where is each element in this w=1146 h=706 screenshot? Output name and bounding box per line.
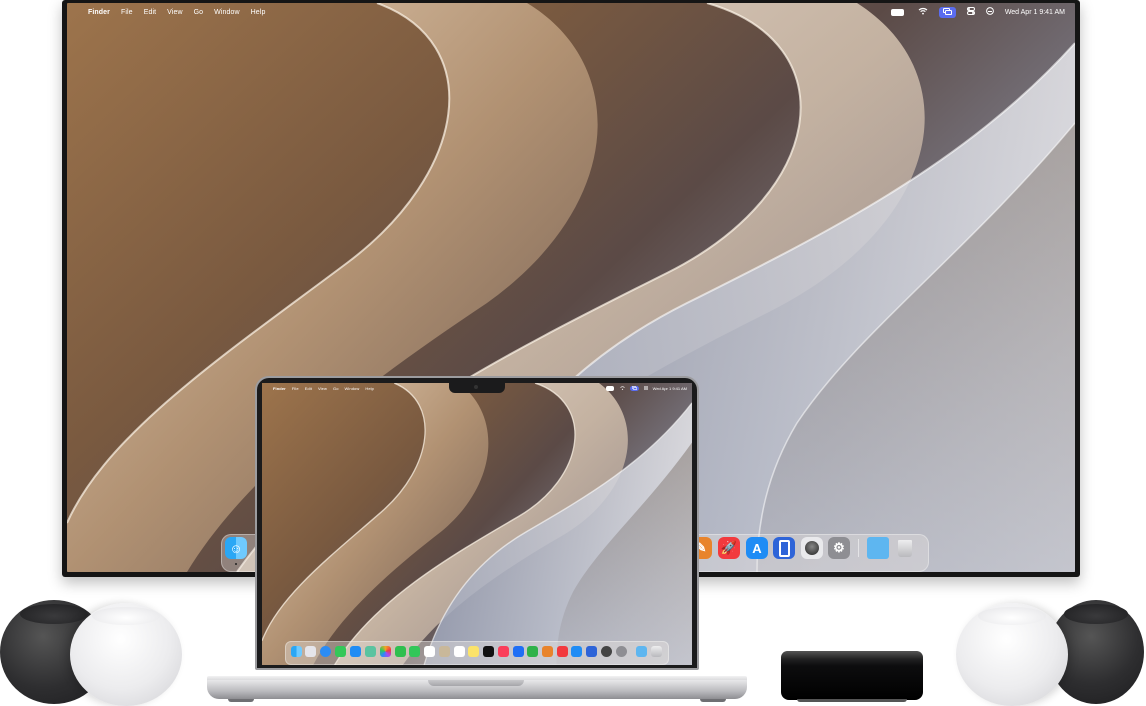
dock-divider — [858, 539, 859, 557]
downloads-folder-icon[interactable] — [867, 537, 889, 559]
homepod-top-surface — [978, 607, 1046, 625]
menu-clock[interactable]: Wed Apr 1 9:41 AM — [1005, 9, 1065, 16]
laptop-dock-system-settings-icon[interactable] — [616, 646, 627, 657]
finder-running-indicator — [235, 563, 237, 565]
laptop-dock-messages-icon[interactable] — [335, 646, 346, 657]
menu-help[interactable]: Help — [251, 9, 266, 16]
laptop-dock-app-store-icon[interactable] — [571, 646, 582, 657]
homepod-top-surface — [20, 604, 88, 624]
homepod-top-surface — [92, 607, 160, 625]
menu-go[interactable]: Go — [194, 9, 204, 16]
laptop-dock-mail-icon[interactable] — [350, 646, 361, 657]
laptop-dock-keynote-icon[interactable] — [513, 646, 524, 657]
laptop-dock-notes-icon[interactable] — [468, 646, 479, 657]
laptop-dock-downloads-folder-icon[interactable] — [636, 646, 647, 657]
laptop-dock-music-icon[interactable] — [498, 646, 509, 657]
laptop-menu-finder[interactable]: Finder — [273, 386, 286, 391]
laptop-dock-photos-icon[interactable] — [380, 646, 391, 657]
macbook-thumb-notch — [428, 680, 524, 686]
laptop-menu-go[interactable]: Go — [333, 386, 339, 391]
laptop-dock-tv-icon[interactable] — [483, 646, 494, 657]
laptop-dock-reminders-icon[interactable] — [454, 646, 465, 657]
laptop-wifi-icon[interactable] — [619, 385, 625, 391]
laptop-dock-maps-icon[interactable] — [365, 646, 376, 657]
laptop-wallpaper — [262, 383, 692, 665]
system-settings-icon[interactable]: ⚙ — [828, 537, 850, 559]
macos-installer-icon[interactable] — [801, 537, 823, 559]
laptop-dock-trash-icon[interactable] — [651, 646, 662, 657]
laptop-dock-launchpad-icon[interactable] — [305, 646, 316, 657]
laptop-dock-phone-icon[interactable] — [409, 646, 420, 657]
laptop-dock-iphone-mirroring-icon[interactable] — [586, 646, 597, 657]
laptop-menu-file[interactable]: File — [292, 386, 299, 391]
laptop-dock-finder-icon[interactable] — [291, 646, 302, 657]
camera-icon — [474, 385, 478, 389]
menu-window[interactable]: Window — [214, 9, 240, 16]
screen-mirroring-icon[interactable] — [938, 6, 956, 18]
games-icon[interactable]: 🚀 — [718, 537, 740, 559]
laptop-control-center-icon[interactable] — [643, 385, 648, 391]
apple-tv-top-surface — [781, 651, 923, 659]
laptop-battery-icon[interactable] — [605, 385, 614, 391]
laptop-dock-games-icon[interactable] — [557, 646, 568, 657]
iphone-mirroring-icon[interactable] — [773, 537, 795, 559]
control-center-icon[interactable] — [966, 7, 975, 17]
apple-tv-base — [797, 699, 907, 702]
finder-icon[interactable]: ☺ — [225, 537, 247, 559]
menu-view[interactable]: View — [167, 9, 182, 16]
macbook-screen: Finder File Edit View Go Window Help Wed… — [262, 383, 692, 665]
menu-finder[interactable]: Finder — [88, 9, 110, 16]
laptop-dock-calendar-icon[interactable] — [424, 646, 435, 657]
homepod-mini-white-right — [956, 603, 1068, 706]
menu-file[interactable]: File — [121, 9, 133, 16]
homepod-mini-white-left — [70, 603, 182, 706]
menu-edit[interactable]: Edit — [144, 9, 156, 16]
user-icon[interactable] — [985, 7, 994, 17]
macbook-foot — [700, 699, 726, 702]
laptop-dock-contacts-icon[interactable] — [439, 646, 450, 657]
wifi-icon[interactable] — [918, 7, 928, 17]
laptop-dock-safari-icon[interactable] — [320, 646, 331, 657]
battery-icon[interactable] — [890, 8, 904, 16]
laptop-menu-help[interactable]: Help — [365, 386, 374, 391]
laptop-dock-numbers-icon[interactable] — [527, 646, 538, 657]
macbook-foot — [228, 699, 254, 702]
laptop-menu-window[interactable]: Window — [345, 386, 360, 391]
menu-bar: Finder File Edit View Go Window Help Wed… — [67, 3, 1075, 21]
laptop-menu-view[interactable]: View — [318, 386, 327, 391]
laptop-dock-pages-icon[interactable] — [542, 646, 553, 657]
trash-icon[interactable] — [894, 537, 916, 559]
homepod-top-surface — [1064, 604, 1128, 624]
app-store-icon[interactable]: A — [746, 537, 768, 559]
laptop-menu-clock[interactable]: Wed Apr 1 9:41 AM — [653, 386, 687, 391]
laptop-menu-edit[interactable]: Edit — [305, 386, 312, 391]
laptop-dock-facetime-icon[interactable] — [395, 646, 406, 657]
laptop-screen-mirroring-icon[interactable] — [629, 385, 639, 391]
laptop-dock-macos-installer-icon[interactable] — [601, 646, 612, 657]
